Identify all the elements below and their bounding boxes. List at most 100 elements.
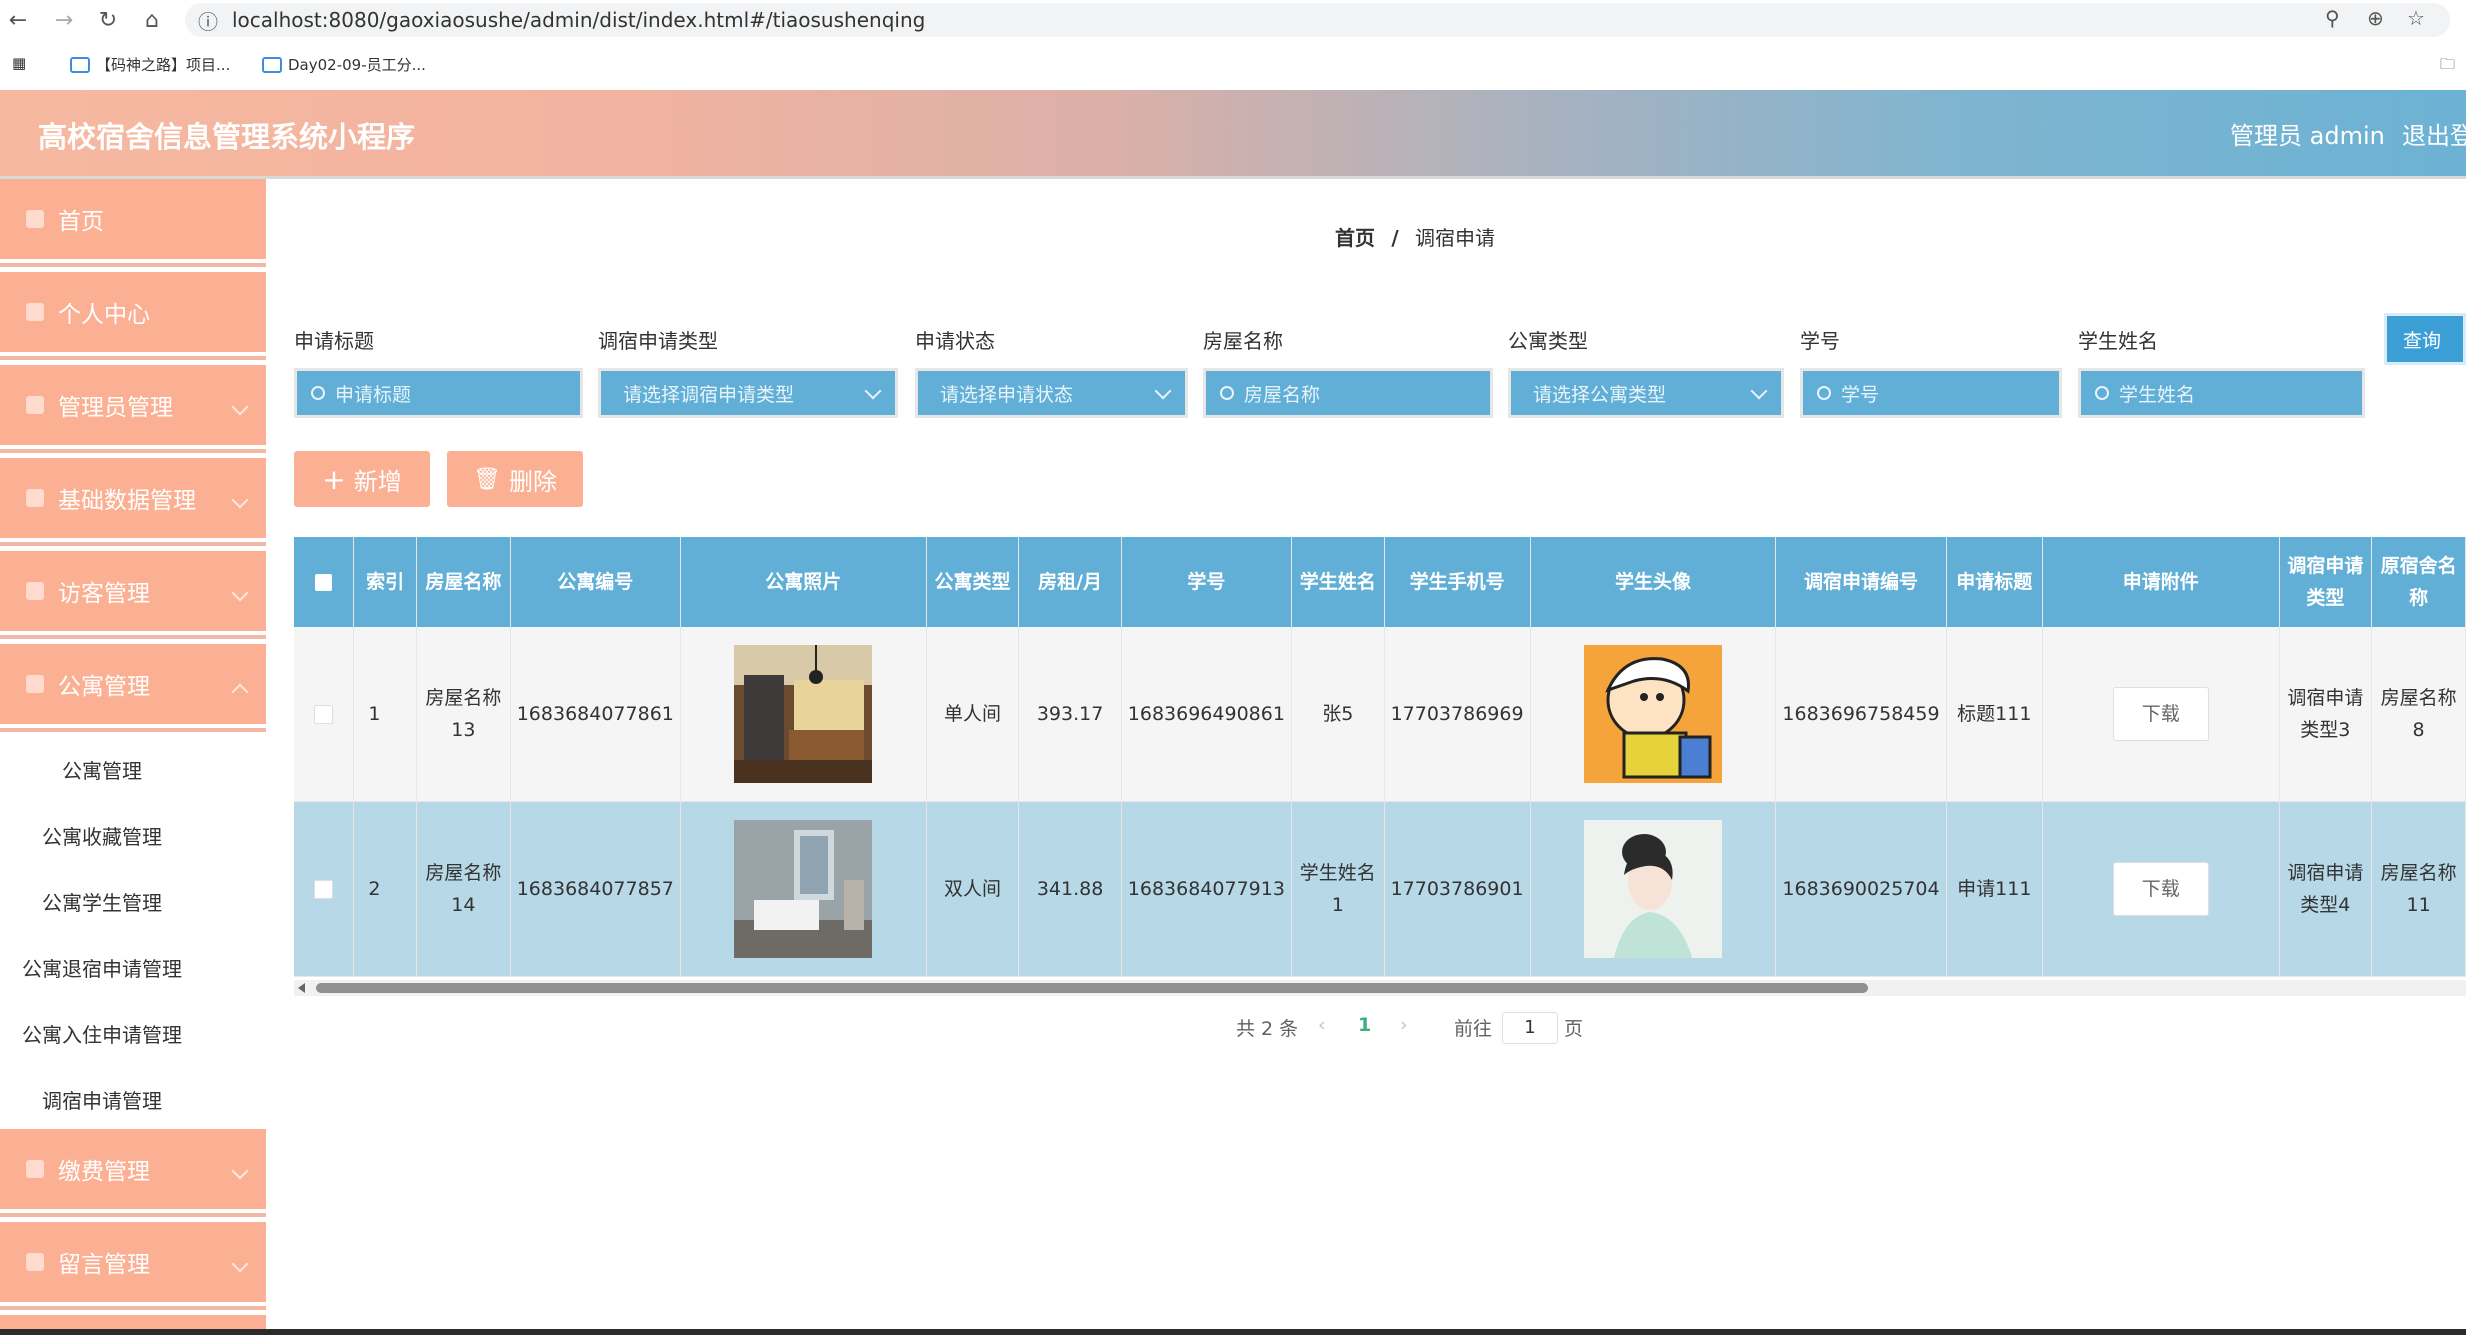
status-select[interactable]: 请选择申请状态 <box>915 368 1188 418</box>
column-header[interactable]: 公寓照片 <box>680 537 927 627</box>
column-header[interactable]: 调宿申请编号 <box>1775 537 1947 627</box>
sidebar-item-label: 访客管理 <box>58 581 150 607</box>
sidebar-item-payments[interactable]: 缴费管理 <box>0 1129 266 1213</box>
bookmark-star-icon[interactable]: ☆ <box>2407 6 2425 30</box>
sidebar-item-apartments[interactable]: 公寓管理 <box>0 644 266 728</box>
column-header[interactable]: 房屋名称 <box>416 537 511 627</box>
submenu-apartment-manage[interactable]: 公寓管理 <box>62 755 142 784</box>
next-page-icon[interactable]: › <box>1400 1014 1408 1036</box>
submenu-checkin-requests[interactable]: 公寓入住申请管理 <box>22 1019 182 1048</box>
goto-page-input[interactable]: 1 <box>1502 1012 1558 1044</box>
submenu-transfer-requests[interactable]: 调宿申请管理 <box>42 1085 162 1114</box>
transfer-type-select[interactable]: 请选择调宿申请类型 <box>598 368 898 418</box>
submenu-checkout-requests[interactable]: 公寓退宿申请管理 <box>22 953 182 982</box>
plus-icon: + <box>322 462 346 496</box>
cell-student-phone: 17703786969 <box>1384 627 1531 802</box>
student-no-input[interactable]: 学号 <box>1800 368 2062 418</box>
prev-page-icon[interactable]: ‹ <box>1318 1014 1326 1036</box>
cell-apply-no: 1683690025704 <box>1775 801 1947 977</box>
column-header[interactable]: 学生手机号 <box>1384 537 1531 627</box>
sidebar-item-profile[interactable]: 个人中心 <box>0 272 266 356</box>
chevron-down-icon <box>1154 382 1172 400</box>
cell-student-avatar <box>1530 627 1777 802</box>
column-header[interactable]: 房租/月 <box>1018 537 1122 627</box>
column-header[interactable]: 学生姓名 <box>1291 537 1385 627</box>
student-name-input[interactable]: 学生姓名 <box>2078 368 2365 418</box>
column-header[interactable]: 学生头像 <box>1530 537 1777 627</box>
bookmark-item[interactable]: Day02-09-员工分... <box>262 54 426 75</box>
column-header[interactable]: 申请附件 <box>2042 537 2280 627</box>
submenu-apartment-students[interactable]: 公寓学生管理 <box>42 887 162 916</box>
home-icon[interactable]: ⌂ <box>136 4 168 36</box>
delete-button[interactable]: 🗑 删除 <box>447 451 583 507</box>
pagination-total: 共 2 条 <box>1236 1018 1299 1040</box>
reload-icon[interactable]: ↻ <box>92 4 124 36</box>
chevron-down-icon <box>231 491 249 509</box>
filter-label-student-no: 学号 <box>1800 329 1840 353</box>
sidebar-item-more[interactable] <box>0 1315 266 1329</box>
column-header[interactable]: 学号 <box>1121 537 1292 627</box>
data-table-container: 索引 房屋名称 公寓编号 公寓照片 公寓类型 房租/月 学号 学生姓名 学生手机… <box>294 537 2466 982</box>
cell-student-name: 张5 <box>1291 627 1385 802</box>
app-title: 高校宿舍信息管理系统小程序 <box>38 120 416 154</box>
sidebar-item-messages[interactable]: 留言管理 <box>0 1222 266 1306</box>
apps-grid-icon[interactable]: ▦ <box>12 54 26 72</box>
zoom-icon[interactable]: ⊕ <box>2367 6 2384 30</box>
table-row[interactable]: 2 房屋名称14 1683684077857 双人间 341.88 168368… <box>294 801 2466 977</box>
cell-rent: 393.17 <box>1018 627 1122 802</box>
query-button[interactable]: 查询 <box>2384 313 2466 365</box>
student-avatar[interactable] <box>1583 645 1722 783</box>
folder-icon[interactable]: 🗀 <box>2440 54 2455 79</box>
submenu-apartment-favorites[interactable]: 公寓收藏管理 <box>42 821 162 850</box>
sidebar-item-label: 管理员管理 <box>58 395 173 421</box>
search-icon <box>311 386 325 400</box>
select-placeholder: 请选择公寓类型 <box>1533 383 1667 406</box>
breadcrumb-home[interactable]: 首页 <box>1335 226 1375 250</box>
column-header[interactable]: 调宿申请类型 <box>2279 537 2373 627</box>
sidebar-item-label: 基础数据管理 <box>58 488 196 514</box>
site-info-icon[interactable]: ⓘ <box>198 6 218 35</box>
delete-button-label: 删除 <box>508 467 557 496</box>
breadcrumb-current: 调宿申请 <box>1415 226 1496 250</box>
cell-index: 2 <box>353 801 417 977</box>
sidebar-item-basic-data[interactable]: 基础数据管理 <box>0 458 266 542</box>
download-button[interactable]: 下载 <box>2112 862 2209 916</box>
select-all-checkbox[interactable] <box>294 537 355 627</box>
logout-link[interactable]: 退出登录 <box>2402 116 2466 151</box>
title-search-input[interactable]: 申请标题 <box>294 368 583 418</box>
row-checkbox[interactable] <box>294 801 355 977</box>
filter-label-transfer-type: 调宿申请类型 <box>598 329 718 353</box>
sidebar-item-admin[interactable]: 管理员管理 <box>0 365 266 449</box>
forward-arrow-icon[interactable]: → <box>48 4 80 36</box>
add-button[interactable]: + 新增 <box>294 451 430 507</box>
apartment-type-select[interactable]: 请选择公寓类型 <box>1508 368 1784 418</box>
table-horizontal-scrollbar[interactable] <box>294 980 2466 996</box>
sidebar-item-label: 缴费管理 <box>58 1159 150 1185</box>
bookmark-item[interactable]: 【码神之路】项目... <box>70 54 230 75</box>
sidebar-item-home[interactable]: 首页 <box>0 179 266 263</box>
app-header: 高校宿舍信息管理系统小程序 管理员 admin 退出登录 <box>0 90 2466 179</box>
page-number-current[interactable]: 1 <box>1358 1014 1371 1036</box>
scroll-left-arrow-icon[interactable] <box>298 983 305 993</box>
cell-apartment-no: 1683684077857 <box>510 801 681 977</box>
back-arrow-icon[interactable]: ← <box>2 4 34 36</box>
row-checkbox[interactable] <box>294 627 355 802</box>
search-icon <box>1220 386 1234 400</box>
scrollbar-thumb[interactable] <box>316 983 1868 993</box>
home-icon <box>26 210 44 228</box>
table-row[interactable]: 1 房屋名称13 1683684077861 单人间 393.17 168369… <box>294 627 2466 802</box>
house-name-input[interactable]: 房屋名称 <box>1203 368 1493 418</box>
student-avatar[interactable] <box>1583 820 1722 958</box>
column-header[interactable]: 公寓类型 <box>926 537 1020 627</box>
download-button[interactable]: 下载 <box>2112 687 2209 741</box>
column-header[interactable]: 公寓编号 <box>510 537 681 627</box>
column-header[interactable]: 申请标题 <box>1946 537 2044 627</box>
column-header[interactable]: 原宿舍名称 <box>2371 537 2466 627</box>
apartment-photo[interactable] <box>734 820 873 958</box>
sidebar-item-visitors[interactable]: 访客管理 <box>0 551 266 635</box>
apartment-photo[interactable] <box>734 645 873 783</box>
column-header[interactable]: 索引 <box>353 537 417 627</box>
password-key-icon[interactable]: ⚲ <box>2325 6 2340 30</box>
cell-apartment-photo <box>680 627 927 802</box>
breadcrumb: 首页 / 调宿申请 <box>1335 222 1495 251</box>
